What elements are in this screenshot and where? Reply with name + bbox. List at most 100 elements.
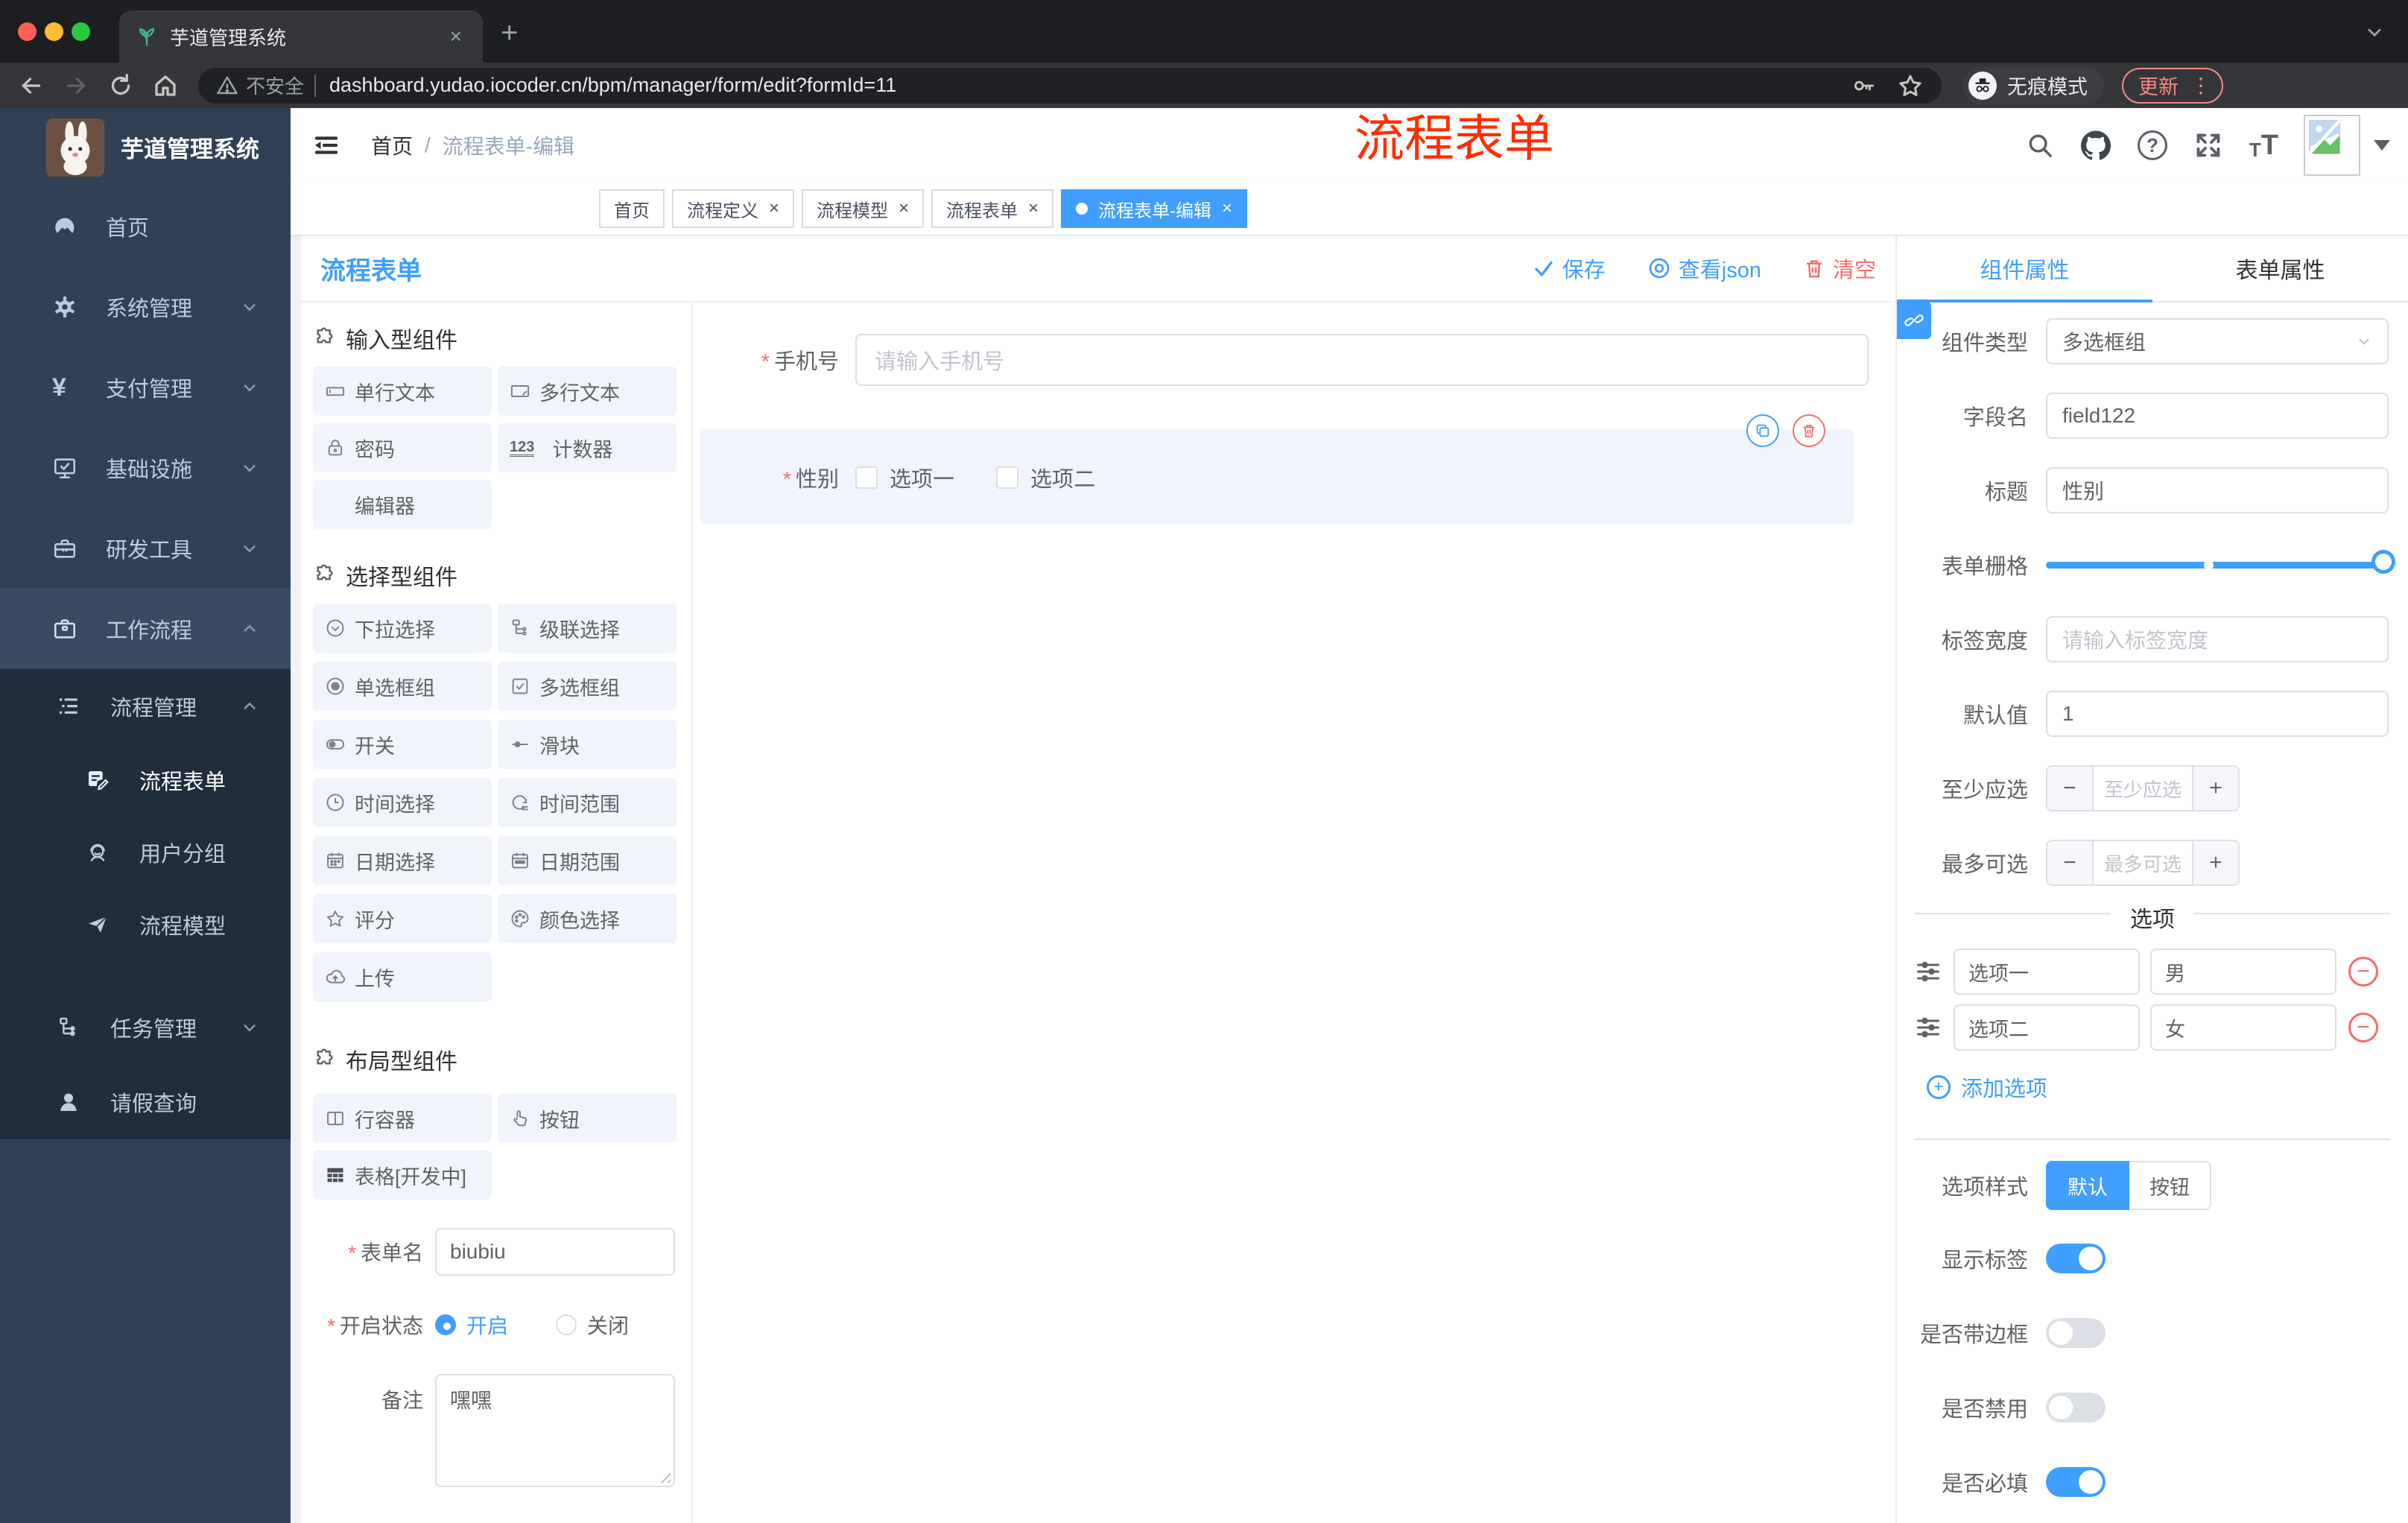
tab-close-icon[interactable]: × xyxy=(446,25,466,48)
palette-item-select[interactable]: 下拉选择 xyxy=(313,604,492,653)
delete-component-button[interactable] xyxy=(1793,414,1825,447)
clear-button[interactable]: 清空 xyxy=(1803,253,1876,284)
tab-search-chevron-icon[interactable] xyxy=(2362,19,2387,45)
form-canvas[interactable]: * 手机号 请输入手机号 * 性别 选项一 选项二 xyxy=(693,303,1895,1523)
link-corner-button[interactable] xyxy=(1897,302,1931,339)
form-name-input[interactable]: biubiu xyxy=(435,1228,675,1276)
tag-close-icon[interactable]: × xyxy=(1028,198,1039,219)
default-value-input[interactable]: 1 xyxy=(2046,691,2389,737)
remove-option-button[interactable]: − xyxy=(2348,1013,2378,1042)
tag-close-icon[interactable]: × xyxy=(1222,198,1232,219)
tab-form-props[interactable]: 表单属性 xyxy=(2152,235,2408,301)
style-default-button[interactable]: 默认 xyxy=(2046,1161,2129,1210)
url-text[interactable]: dashboard.yudao.iocoder.cn/bpm/manager/f… xyxy=(329,74,896,97)
stepper-plus-button[interactable]: + xyxy=(2192,841,2238,884)
traffic-minimize-icon[interactable] xyxy=(45,22,63,41)
palette-item-textarea[interactable]: 多行文本 xyxy=(498,367,677,416)
option-value-input[interactable]: 女 xyxy=(2150,1004,2336,1051)
drag-handle-icon[interactable] xyxy=(1915,958,1943,985)
avatar-caret-icon[interactable] xyxy=(2374,140,2390,151)
browser-tab[interactable]: 芋道管理系统 × xyxy=(119,10,483,63)
sidebar-item-devtools[interactable]: 研发工具 xyxy=(0,508,291,589)
stepper-plus-button[interactable]: + xyxy=(2192,767,2238,810)
palette-item-table[interactable]: 表格[开发中] xyxy=(313,1150,492,1200)
traffic-zoom-icon[interactable] xyxy=(72,22,90,41)
status-on-radio[interactable] xyxy=(435,1314,456,1335)
new-tab-button[interactable]: + xyxy=(501,16,518,50)
stepper-minus-button[interactable]: − xyxy=(2047,767,2094,810)
sidebar-item-system[interactable]: 系统管理 xyxy=(0,267,291,347)
required-switch[interactable] xyxy=(2046,1467,2106,1497)
palette-item-checkbox-group[interactable]: 多选框组 xyxy=(498,662,677,711)
reload-icon[interactable] xyxy=(107,72,134,99)
palette-item-counter[interactable]: 123 计数器 xyxy=(498,423,677,472)
tag-home[interactable]: 首页 xyxy=(599,189,665,228)
sidebar-item-task-mgmt[interactable]: 任务管理 xyxy=(0,990,291,1065)
sidebar-logo[interactable]: 芋道管理系统 xyxy=(0,108,291,186)
min-select-stepper[interactable]: − 至少应选 + xyxy=(2046,765,2240,811)
palette-item-switch[interactable]: 开关 xyxy=(313,720,492,769)
sidebar-item-process-model[interactable]: 流程模型 xyxy=(0,888,291,960)
palette-item-password[interactable]: 密码 xyxy=(313,423,492,472)
title-input[interactable]: 性别 xyxy=(2046,467,2389,513)
tag-close-icon[interactable]: × xyxy=(899,198,909,219)
search-icon[interactable] xyxy=(2026,131,2054,159)
palette-item-editor[interactable]: 编辑器 xyxy=(313,480,492,529)
palette-item-date-range[interactable]: 日期范围 xyxy=(498,836,677,885)
bookmark-star-icon[interactable] xyxy=(1897,72,1924,99)
breadcrumb-home[interactable]: 首页 xyxy=(371,130,413,160)
security-warning-icon[interactable] xyxy=(216,75,238,97)
palette-item-time-picker[interactable]: 时间选择 xyxy=(313,778,492,827)
option-value-input[interactable]: 男 xyxy=(2150,949,2336,995)
show-label-switch[interactable] xyxy=(2046,1244,2106,1273)
sidebar-item-leave-query[interactable]: 请假查询 xyxy=(0,1065,291,1139)
palette-item-time-range[interactable]: 时间范围 xyxy=(498,778,677,827)
field-name-input[interactable]: field122 xyxy=(2046,393,2389,439)
palette-item-rate[interactable]: 评分 xyxy=(313,894,492,943)
github-icon[interactable] xyxy=(2080,130,2111,160)
traffic-close-icon[interactable] xyxy=(18,22,37,41)
palette-item-radio-group[interactable]: 单选框组 xyxy=(313,662,492,711)
fullscreen-icon[interactable] xyxy=(2194,131,2222,159)
tag-process-model[interactable]: 流程模型 × xyxy=(802,189,925,228)
browser-menu-icon[interactable]: ⋮ xyxy=(2190,73,2211,98)
browser-update-button[interactable]: 更新 ⋮ xyxy=(2122,67,2223,104)
checkbox-unchecked-icon[interactable] xyxy=(855,466,878,489)
component-type-select[interactable]: 多选框组 xyxy=(2046,318,2389,364)
address-bar[interactable]: 不安全 dashboard.yudao.iocoder.cn/bpm/manag… xyxy=(198,67,1942,104)
palette-item-color-picker[interactable]: 颜色选择 xyxy=(498,894,677,943)
palette-item-date-picker[interactable]: 日期选择 xyxy=(313,836,492,885)
save-button[interactable]: 保存 xyxy=(1533,253,1606,284)
palette-item-slider[interactable]: 滑块 xyxy=(498,720,677,769)
checkbox-unchecked-icon[interactable] xyxy=(996,466,1019,489)
stepper-minus-button[interactable]: − xyxy=(2047,841,2094,884)
option-label-input[interactable]: 选项二 xyxy=(1954,1004,2140,1051)
gender-option-1[interactable]: 选项一 xyxy=(855,462,954,493)
help-icon[interactable]: ? xyxy=(2137,130,2167,160)
sidebar-item-infra[interactable]: 基础设施 xyxy=(0,428,291,508)
form-remark-textarea[interactable]: 嘿嘿 xyxy=(435,1374,675,1487)
form-grid-slider[interactable] xyxy=(2046,542,2395,588)
label-width-input[interactable]: 请输入标签宽度 xyxy=(2046,616,2389,662)
forward-icon[interactable] xyxy=(63,72,89,99)
text-size-icon[interactable]: TT xyxy=(2249,130,2278,162)
home-icon[interactable] xyxy=(152,72,179,99)
sidebar-item-home[interactable]: 首页 xyxy=(0,186,291,267)
status-on-label[interactable]: 开启 xyxy=(466,1310,508,1340)
max-select-stepper[interactable]: − 最多可选 + xyxy=(2046,840,2240,886)
style-button-button[interactable]: 按钮 xyxy=(2129,1161,2211,1210)
password-key-icon[interactable] xyxy=(1851,73,1876,98)
tag-process-form[interactable]: 流程表单 × xyxy=(931,189,1054,228)
tag-process-definition[interactable]: 流程定义 × xyxy=(672,189,795,228)
tab-component-props[interactable]: 组件属性 xyxy=(1897,235,2152,303)
gender-option-2[interactable]: 选项二 xyxy=(996,462,1095,493)
canvas-field-phone[interactable]: * 手机号 请输入手机号 xyxy=(694,334,1869,386)
palette-item-cascader[interactable]: 级联选择 xyxy=(498,604,677,653)
status-off-label[interactable]: 关闭 xyxy=(587,1310,629,1340)
tag-close-icon[interactable]: × xyxy=(769,198,779,219)
drag-handle-icon[interactable] xyxy=(1915,1014,1943,1041)
security-label[interactable]: 不安全 xyxy=(246,72,304,99)
canvas-field-gender-selected[interactable]: * 性别 选项一 选项二 xyxy=(700,414,1854,525)
palette-item-single-text[interactable]: 单行文本 xyxy=(313,367,492,416)
add-option-button[interactable]: + 添加选项 xyxy=(1927,1071,2408,1103)
